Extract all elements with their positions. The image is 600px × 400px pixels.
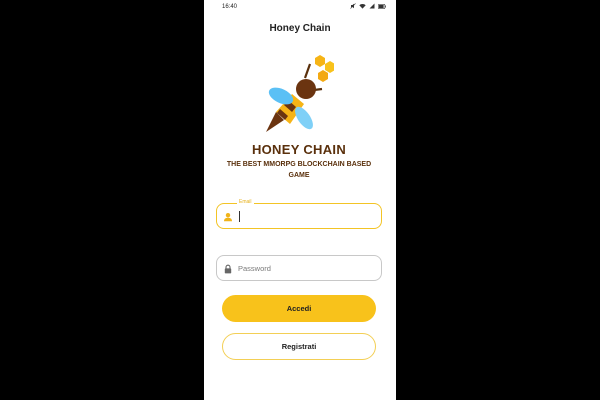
password-input[interactable] xyxy=(238,260,373,276)
brand-name: HONEY CHAIN xyxy=(251,142,347,157)
phone-screen: 16:40 Honey Chain HONEY CHAIN THE BEST M… xyxy=(204,0,396,400)
signal-icon xyxy=(369,3,375,9)
mute-icon xyxy=(350,3,356,9)
password-field[interactable] xyxy=(216,255,382,281)
status-time: 16:40 xyxy=(222,4,238,10)
text-caret xyxy=(239,211,240,222)
status-bar: 16:40 xyxy=(204,0,396,16)
register-button[interactable]: Registrati xyxy=(222,333,376,360)
wifi-icon xyxy=(359,3,366,9)
login-button[interactable]: Accedi xyxy=(222,295,376,322)
app-title: Honey Chain xyxy=(269,23,331,34)
lock-icon xyxy=(224,264,232,274)
battery-icon xyxy=(378,3,386,9)
status-icons xyxy=(350,3,386,9)
email-field[interactable]: Email xyxy=(216,199,382,229)
brand-tagline: THE BEST MMORPG BLOCKCHAIN BASED GAME xyxy=(226,161,372,179)
bee-logo xyxy=(266,55,334,132)
email-label: Email xyxy=(237,199,254,205)
person-icon xyxy=(224,213,232,222)
